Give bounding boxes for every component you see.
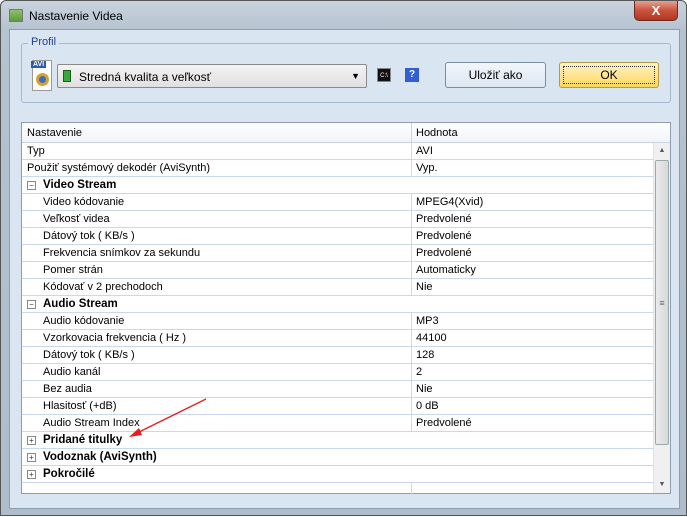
- dialog-window: Nastavenie Videa X Profil AVI Stredná kv…: [0, 0, 687, 516]
- annotation-arrow: [129, 398, 207, 437]
